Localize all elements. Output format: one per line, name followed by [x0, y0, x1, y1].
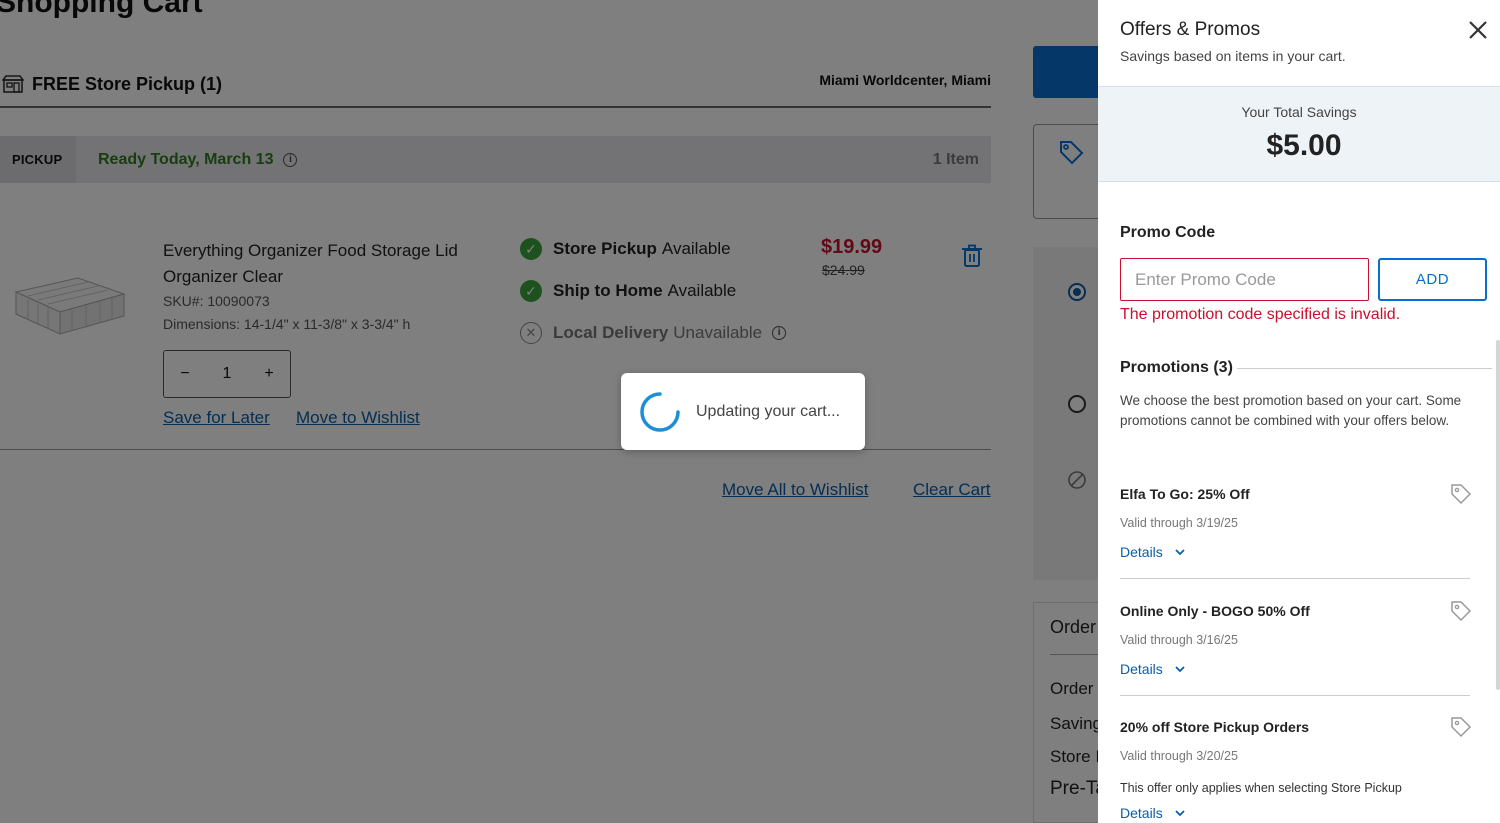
savings-label: Your Total Savings	[1241, 104, 1357, 120]
promotion-name: Elfa To Go: 25% Off	[1120, 486, 1250, 502]
promotion-note: This offer only applies when selecting S…	[1120, 781, 1402, 795]
promotion-details-toggle[interactable]: Details	[1120, 544, 1472, 560]
promo-error-message: The promotion code specified is invalid.	[1120, 306, 1401, 323]
promotion-item: Online Only - BOGO 50% Off Valid through…	[1120, 601, 1472, 677]
tag-icon	[1451, 717, 1472, 738]
promotion-name: 20% off Store Pickup Orders	[1120, 719, 1310, 735]
promotion-valid-date: Valid through 3/19/25	[1120, 516, 1238, 530]
promotions-description: We choose the best promotion based on yo…	[1120, 393, 1462, 428]
total-savings-box: Your Total Savings $5.00	[1098, 86, 1500, 182]
add-promo-button[interactable]: ADD	[1378, 258, 1487, 301]
promotion-valid-date: Valid through 3/16/25	[1120, 633, 1238, 647]
drawer-subtitle: Savings based on items in your cart.	[1120, 48, 1346, 64]
updating-cart-dialog: Updating your cart...	[621, 373, 865, 450]
promotion-name: Online Only - BOGO 50% Off	[1120, 603, 1310, 619]
offers-promos-drawer: Offers & Promos Savings based on items i…	[1098, 0, 1500, 823]
close-icon[interactable]	[1466, 18, 1490, 42]
promotions-heading: Promotions (3)	[1120, 359, 1237, 377]
promo-code-label: Promo Code	[1120, 224, 1216, 241]
loader-text: Updating your cart...	[696, 402, 841, 420]
promotion-details-toggle[interactable]: Details	[1120, 661, 1472, 677]
divider	[1120, 695, 1470, 696]
chevron-down-icon	[1175, 810, 1185, 817]
chevron-down-icon	[1175, 549, 1185, 556]
spinner-icon	[640, 391, 680, 432]
divider	[1120, 578, 1470, 579]
promotion-details-toggle[interactable]: Details	[1120, 805, 1472, 821]
tag-icon	[1451, 484, 1472, 505]
promotion-valid-date: Valid through 3/20/25	[1120, 749, 1238, 763]
promotion-item: 20% off Store Pickup Orders Valid throug…	[1120, 717, 1472, 821]
promo-code-input[interactable]	[1120, 258, 1369, 301]
drawer-title: Offers & Promos	[1120, 19, 1261, 40]
details-label: Details	[1120, 661, 1163, 677]
drawer-scrollbar[interactable]	[1496, 340, 1500, 690]
details-label: Details	[1120, 805, 1163, 821]
promotion-item: Elfa To Go: 25% Off Valid through 3/19/2…	[1120, 484, 1472, 560]
details-label: Details	[1120, 544, 1163, 560]
tag-icon	[1451, 601, 1472, 622]
chevron-down-icon	[1175, 666, 1185, 673]
savings-amount: $5.00	[1266, 129, 1342, 162]
